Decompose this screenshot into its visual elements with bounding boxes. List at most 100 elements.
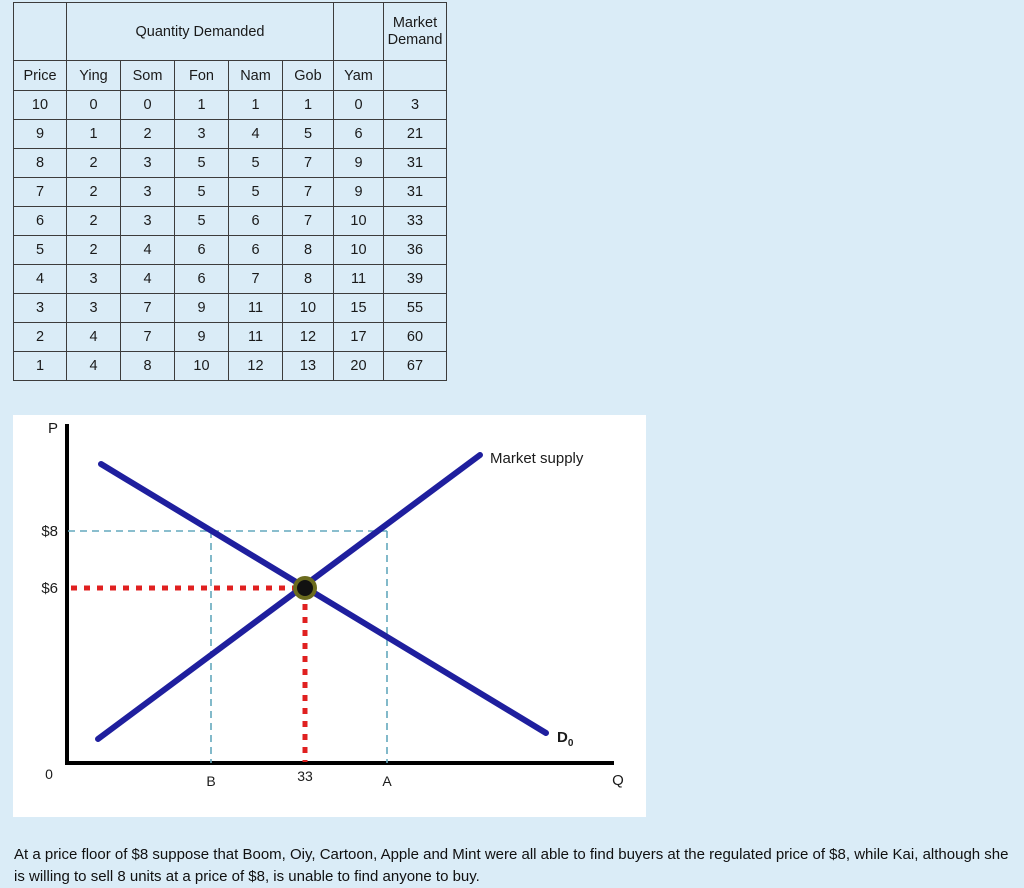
cell-som: 2 bbox=[120, 119, 175, 149]
cell-fon: 5 bbox=[174, 177, 229, 207]
x-tick-label-b: B bbox=[206, 773, 215, 789]
cell-gob: 13 bbox=[282, 351, 334, 381]
column-header-yam: Yam bbox=[333, 60, 384, 91]
cell-market: 60 bbox=[383, 322, 447, 352]
table-row: 3 3 7 9 11 10 15 55 bbox=[13, 293, 447, 323]
cell-nam: 7 bbox=[228, 264, 283, 294]
cell-fon: 10 bbox=[174, 351, 229, 381]
cell-yam: 15 bbox=[333, 293, 384, 323]
cell-market: 31 bbox=[383, 177, 447, 207]
cell-ying: 4 bbox=[66, 322, 121, 352]
cell-nam: 5 bbox=[228, 177, 283, 207]
cell-yam: 20 bbox=[333, 351, 384, 381]
table-row: 5 2 4 6 6 8 10 36 bbox=[13, 235, 447, 265]
cell-gob: 8 bbox=[282, 235, 334, 265]
group-header-spacer bbox=[13, 2, 67, 61]
demand-curve bbox=[98, 461, 549, 736]
cell-yam: 9 bbox=[333, 148, 384, 178]
supply-demand-chart: P Q 0 $8 $6 B 33 A Market supply D0 bbox=[41, 420, 624, 789]
cell-som: 3 bbox=[120, 148, 175, 178]
cell-nam: 11 bbox=[228, 322, 283, 352]
x-tick-label-33: 33 bbox=[297, 768, 313, 784]
cell-fon: 9 bbox=[174, 322, 229, 352]
cell-nam: 11 bbox=[228, 293, 283, 323]
y-tick-label-6: $6 bbox=[41, 580, 58, 597]
cell-yam: 6 bbox=[333, 119, 384, 149]
cell-ying: 1 bbox=[66, 119, 121, 149]
cell-market: 21 bbox=[383, 119, 447, 149]
cell-gob: 7 bbox=[282, 148, 334, 178]
column-header-ying: Ying bbox=[66, 60, 121, 91]
cell-market: 55 bbox=[383, 293, 447, 323]
cell-price: 3 bbox=[13, 293, 67, 323]
x-axis-label: Q bbox=[612, 772, 624, 789]
cell-ying: 0 bbox=[66, 90, 121, 120]
cell-som: 3 bbox=[120, 177, 175, 207]
supply-demand-chart-panel: P Q 0 $8 $6 B 33 A Market supply D0 bbox=[13, 415, 646, 817]
table-row: 10 0 0 1 1 1 0 3 bbox=[13, 90, 447, 120]
cell-som: 0 bbox=[120, 90, 175, 120]
cell-fon: 6 bbox=[174, 235, 229, 265]
cell-price: 10 bbox=[13, 90, 67, 120]
cell-ying: 2 bbox=[66, 206, 121, 236]
cell-price: 5 bbox=[13, 235, 67, 265]
cell-gob: 8 bbox=[282, 264, 334, 294]
cell-yam: 9 bbox=[333, 177, 384, 207]
demand-curve-label-sub: 0 bbox=[568, 738, 574, 749]
cell-yam: 11 bbox=[333, 264, 384, 294]
cell-som: 4 bbox=[120, 235, 175, 265]
cell-nam: 6 bbox=[228, 206, 283, 236]
origin-label: 0 bbox=[45, 766, 53, 782]
cell-ying: 3 bbox=[66, 264, 121, 294]
cell-yam: 17 bbox=[333, 322, 384, 352]
cell-ying: 2 bbox=[66, 148, 121, 178]
demand-curve-label: D0 bbox=[557, 729, 574, 749]
problem-caption: At a price floor of $8 suppose that Boom… bbox=[14, 846, 1009, 885]
cell-yam: 10 bbox=[333, 206, 384, 236]
cell-price: 8 bbox=[13, 148, 67, 178]
cell-nam: 5 bbox=[228, 148, 283, 178]
supply-curve-label: Market supply bbox=[490, 450, 584, 467]
cell-price: 2 bbox=[13, 322, 67, 352]
cell-som: 7 bbox=[120, 293, 175, 323]
cell-ying: 4 bbox=[66, 351, 121, 381]
cell-gob: 7 bbox=[282, 177, 334, 207]
cell-yam: 0 bbox=[333, 90, 384, 120]
column-header-nam: Nam bbox=[228, 60, 283, 91]
cell-ying: 2 bbox=[66, 177, 121, 207]
cell-market: 3 bbox=[383, 90, 447, 120]
cell-price: 4 bbox=[13, 264, 67, 294]
cell-nam: 1 bbox=[228, 90, 283, 120]
group-header-market-demand: Market Demand bbox=[383, 2, 447, 61]
y-tick-label-8: $8 bbox=[41, 523, 58, 540]
equilibrium-point-marker bbox=[293, 576, 317, 600]
cell-price: 9 bbox=[13, 119, 67, 149]
cell-nam: 6 bbox=[228, 235, 283, 265]
cell-market: 67 bbox=[383, 351, 447, 381]
cell-gob: 1 bbox=[282, 90, 334, 120]
demand-curve-label-main: D bbox=[557, 729, 568, 746]
cell-fon: 5 bbox=[174, 148, 229, 178]
cell-fon: 1 bbox=[174, 90, 229, 120]
column-header-gob: Gob bbox=[282, 60, 334, 91]
cell-fon: 3 bbox=[174, 119, 229, 149]
cell-price: 7 bbox=[13, 177, 67, 207]
cell-ying: 3 bbox=[66, 293, 121, 323]
x-tick-label-a: A bbox=[382, 773, 392, 789]
cell-yam: 10 bbox=[333, 235, 384, 265]
cell-gob: 7 bbox=[282, 206, 334, 236]
column-header-fon: Fon bbox=[174, 60, 229, 91]
y-axis-label: P bbox=[48, 420, 58, 437]
table-header-row: Price Ying Som Fon Nam Gob Yam bbox=[13, 60, 447, 91]
cell-som: 8 bbox=[120, 351, 175, 381]
group-header-spacer-2 bbox=[333, 2, 384, 61]
cell-fon: 5 bbox=[174, 206, 229, 236]
table-row: 2 4 7 9 11 12 17 60 bbox=[13, 322, 447, 352]
cell-som: 4 bbox=[120, 264, 175, 294]
cell-gob: 5 bbox=[282, 119, 334, 149]
cell-gob: 10 bbox=[282, 293, 334, 323]
table-row: 6 2 3 5 6 7 10 33 bbox=[13, 206, 447, 236]
column-header-som: Som bbox=[120, 60, 175, 91]
cell-price: 1 bbox=[13, 351, 67, 381]
cell-som: 7 bbox=[120, 322, 175, 352]
